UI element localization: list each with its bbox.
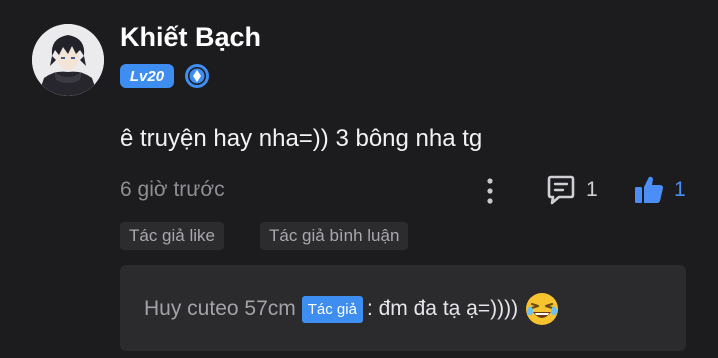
reply-text: : đm đa tạ ạ=)))) xyxy=(366,297,519,320)
more-vertical-icon[interactable] xyxy=(478,175,502,207)
timestamp: 6 giờ trước xyxy=(120,178,225,201)
reply-count: 1 xyxy=(586,178,598,201)
level-badge: Lv20 xyxy=(120,64,174,88)
comment-icon xyxy=(544,173,578,207)
thumbs-up-icon xyxy=(632,173,666,207)
tag-author-like: Tác giả like xyxy=(120,222,224,250)
like-button[interactable]: 1 xyxy=(632,172,686,208)
diamond-rank-icon xyxy=(184,63,210,89)
username[interactable]: Khiết Bạch xyxy=(120,22,261,53)
like-count: 1 xyxy=(674,178,686,201)
reply-preview[interactable]: Huy cuteo 57cm Tác giả : đm đa tạ ạ=)))) xyxy=(120,265,686,351)
reply-button[interactable]: 1 xyxy=(544,172,598,208)
laughing-emoji-icon xyxy=(524,291,560,327)
comment-text: ê truyện hay nha=)) 3 bông nha tg xyxy=(120,125,483,152)
avatar[interactable] xyxy=(32,24,104,96)
reply-author[interactable]: Huy cuteo 57cm xyxy=(144,297,296,321)
tag-author-commented: Tác giả bình luận xyxy=(260,222,409,250)
author-badge: Tác giả xyxy=(301,295,363,323)
